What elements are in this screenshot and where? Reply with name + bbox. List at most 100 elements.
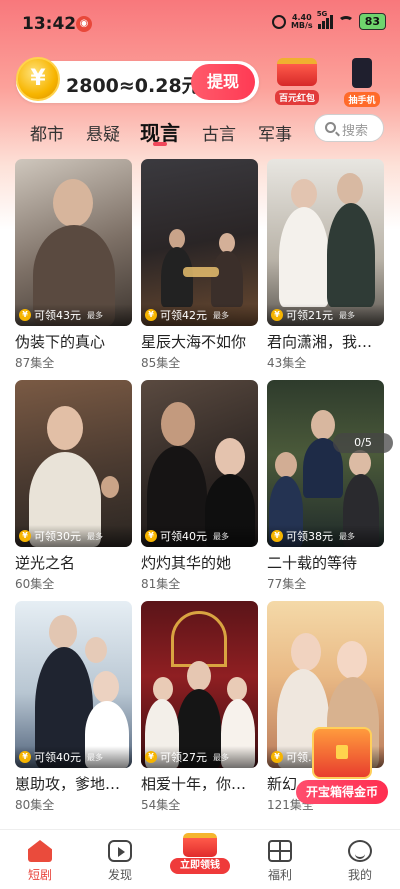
drama-card[interactable]: ¥ 可领30元 最多 逆光之名 60集全 [15, 380, 132, 592]
nav-mine[interactable]: 我的 [330, 840, 390, 883]
drama-poster: ¥ 可领30元 最多 [15, 380, 132, 547]
drama-poster: ¥ 可领42元 最多 [141, 159, 258, 326]
phone-draw-promo[interactable]: 抽手机 [336, 58, 388, 107]
drama-card[interactable]: ¥ 可领21元 最多 君向潇湘，我… 43集全 [267, 159, 384, 371]
nav-claim-money[interactable]: 立即领钱 [170, 833, 230, 874]
nav-label: 短剧 [27, 868, 52, 882]
network-speed-unit: MB/s [290, 20, 313, 30]
home-icon [28, 840, 52, 862]
search-placeholder: 搜索 [342, 124, 369, 139]
search-input[interactable]: 搜索 [314, 114, 384, 142]
red-packet-label: 百元红包 [274, 90, 319, 105]
nav-label: 福利 [267, 868, 292, 882]
coin-icon: ¥ [271, 751, 283, 763]
reward-more: 最多 [87, 310, 103, 320]
phone-icon [352, 58, 372, 88]
coin-icon: ¥ [19, 309, 31, 321]
notification-app-icon: ◉ [76, 16, 92, 32]
coin-icon: ¥ [19, 751, 31, 763]
reward-badge: ¥ 可领21元 最多 [267, 304, 384, 326]
drama-card[interactable]: ¥ 可领40元 最多 崽助攻，爹地… 80集全 [15, 601, 132, 813]
reward-badge: ¥ 可领38元 最多 [267, 525, 384, 547]
search-icon [325, 122, 336, 133]
reward-text: 可领43元 [34, 309, 81, 322]
active-tab-indicator [153, 142, 167, 146]
treasure-chest-icon[interactable] [312, 727, 372, 779]
drama-episodes: 43集全 [267, 356, 307, 370]
drama-episodes: 80集全 [15, 798, 55, 812]
reward-more: 最多 [87, 752, 103, 762]
coin-icon: ¥ [145, 751, 157, 763]
nav-discover[interactable]: 发现 [90, 840, 150, 883]
carousel-counter: 0/5 [333, 433, 393, 453]
status-time: 13:42 [22, 14, 77, 34]
reward-badge: ¥ 可领27元 最多 [141, 746, 258, 768]
reward-badge: ¥ 可领40元 最多 [141, 525, 258, 547]
nav-short-drama[interactable]: 短剧 [10, 840, 70, 883]
alarm-icon [271, 14, 286, 29]
signal-icon: 5G [317, 10, 333, 29]
reward-text: 可领21元 [286, 309, 333, 322]
wifi-icon [337, 15, 354, 28]
tab-xuanyi[interactable]: 悬疑 [86, 120, 120, 145]
drama-poster: ¥ 可领38元 最多 [267, 380, 384, 547]
reward-badge: ¥ 可领42元 最多 [141, 304, 258, 326]
network-speed: 4.40 MB/s [290, 13, 313, 30]
drama-poster: ¥ 可领40元 最多 [141, 380, 258, 547]
coin-icon: ¥ [16, 57, 60, 101]
phone-draw-label: 抽手机 [344, 92, 380, 107]
reward-badge: ¥ 可领30元 最多 [15, 525, 132, 547]
drama-episodes: 54集全 [141, 798, 181, 812]
coin-icon: ¥ [145, 530, 157, 542]
drama-title: 君向潇湘，我… [267, 333, 373, 351]
drama-title: 相爱十年，你… [141, 775, 247, 793]
reward-badge: ¥ 可领40元 最多 [15, 746, 132, 768]
play-icon [108, 840, 132, 862]
reward-badge: ¥ 可领43元 最多 [15, 304, 132, 326]
reward-text: 可领40元 [34, 751, 81, 764]
tab-junshi[interactable]: 军事 [258, 120, 292, 145]
drama-episodes: 85集全 [141, 356, 181, 370]
drama-card[interactable]: ¥ 可领40元 最多 灼灼其华的她 81集全 [141, 380, 258, 592]
drama-card[interactable]: ¥ 可领38元 最多 二十载的等待 77集全 [267, 380, 384, 592]
reward-more: 最多 [339, 310, 355, 320]
drama-episodes: 87集全 [15, 356, 55, 370]
reward-text: 可领42元 [160, 309, 207, 322]
tab-guyan[interactable]: 古言 [202, 120, 236, 145]
battery-indicator: 83 [358, 13, 386, 30]
gift-icon [268, 840, 292, 862]
reward-more: 最多 [339, 531, 355, 541]
drama-card[interactable]: ¥ 可领43元 最多 伪装下的真心 87集全 [15, 159, 132, 371]
drama-poster: ¥ 可领43元 最多 [15, 159, 132, 326]
reward-text: 可领30元 [34, 530, 81, 543]
coin-icon: ¥ [145, 309, 157, 321]
drama-title: 伪装下的真心 [15, 333, 106, 351]
red-packet-promo[interactable]: 百元红包 [271, 58, 323, 105]
red-envelope-icon [183, 833, 217, 857]
reward-text: 可领40元 [160, 530, 207, 543]
drama-title: 星辰大海不如你 [141, 333, 247, 351]
reward-more: 最多 [213, 752, 229, 762]
drama-card[interactable]: ¥ 可领42元 最多 星辰大海不如你 85集全 [141, 159, 258, 371]
profile-icon [348, 840, 372, 862]
drama-poster: ¥ 可领27元 最多 [141, 601, 258, 768]
nav-label: 发现 [107, 868, 132, 882]
drama-card[interactable]: ¥ 可领27元 最多 相爱十年，你… 54集全 [141, 601, 258, 813]
nav-welfare[interactable]: 福利 [250, 840, 310, 883]
drama-title: 崽助攻，爹地… [15, 775, 121, 793]
status-bar: 13:42 ◉ 4.40 MB/s 5G 83 [0, 0, 400, 44]
drama-title: 二十载的等待 [267, 554, 358, 572]
coin-balance: 2800≈0.28元 [66, 75, 201, 97]
signal-label: 5G [316, 9, 328, 18]
coin-icon: ¥ [271, 530, 283, 542]
drama-title: 灼灼其华的她 [141, 554, 232, 572]
drama-poster: ¥ 可领21元 最多 [267, 159, 384, 326]
treasure-chest-button[interactable]: 开宝箱得金币 [296, 780, 388, 804]
reward-more: 最多 [87, 531, 103, 541]
withdraw-button[interactable]: 提现 [191, 64, 255, 100]
coin-icon: ¥ [271, 309, 283, 321]
reward-more: 最多 [213, 310, 229, 320]
reward-text: 可领38元 [286, 530, 333, 543]
tab-dushi[interactable]: 都市 [30, 120, 64, 145]
coin-icon: ¥ [19, 530, 31, 542]
